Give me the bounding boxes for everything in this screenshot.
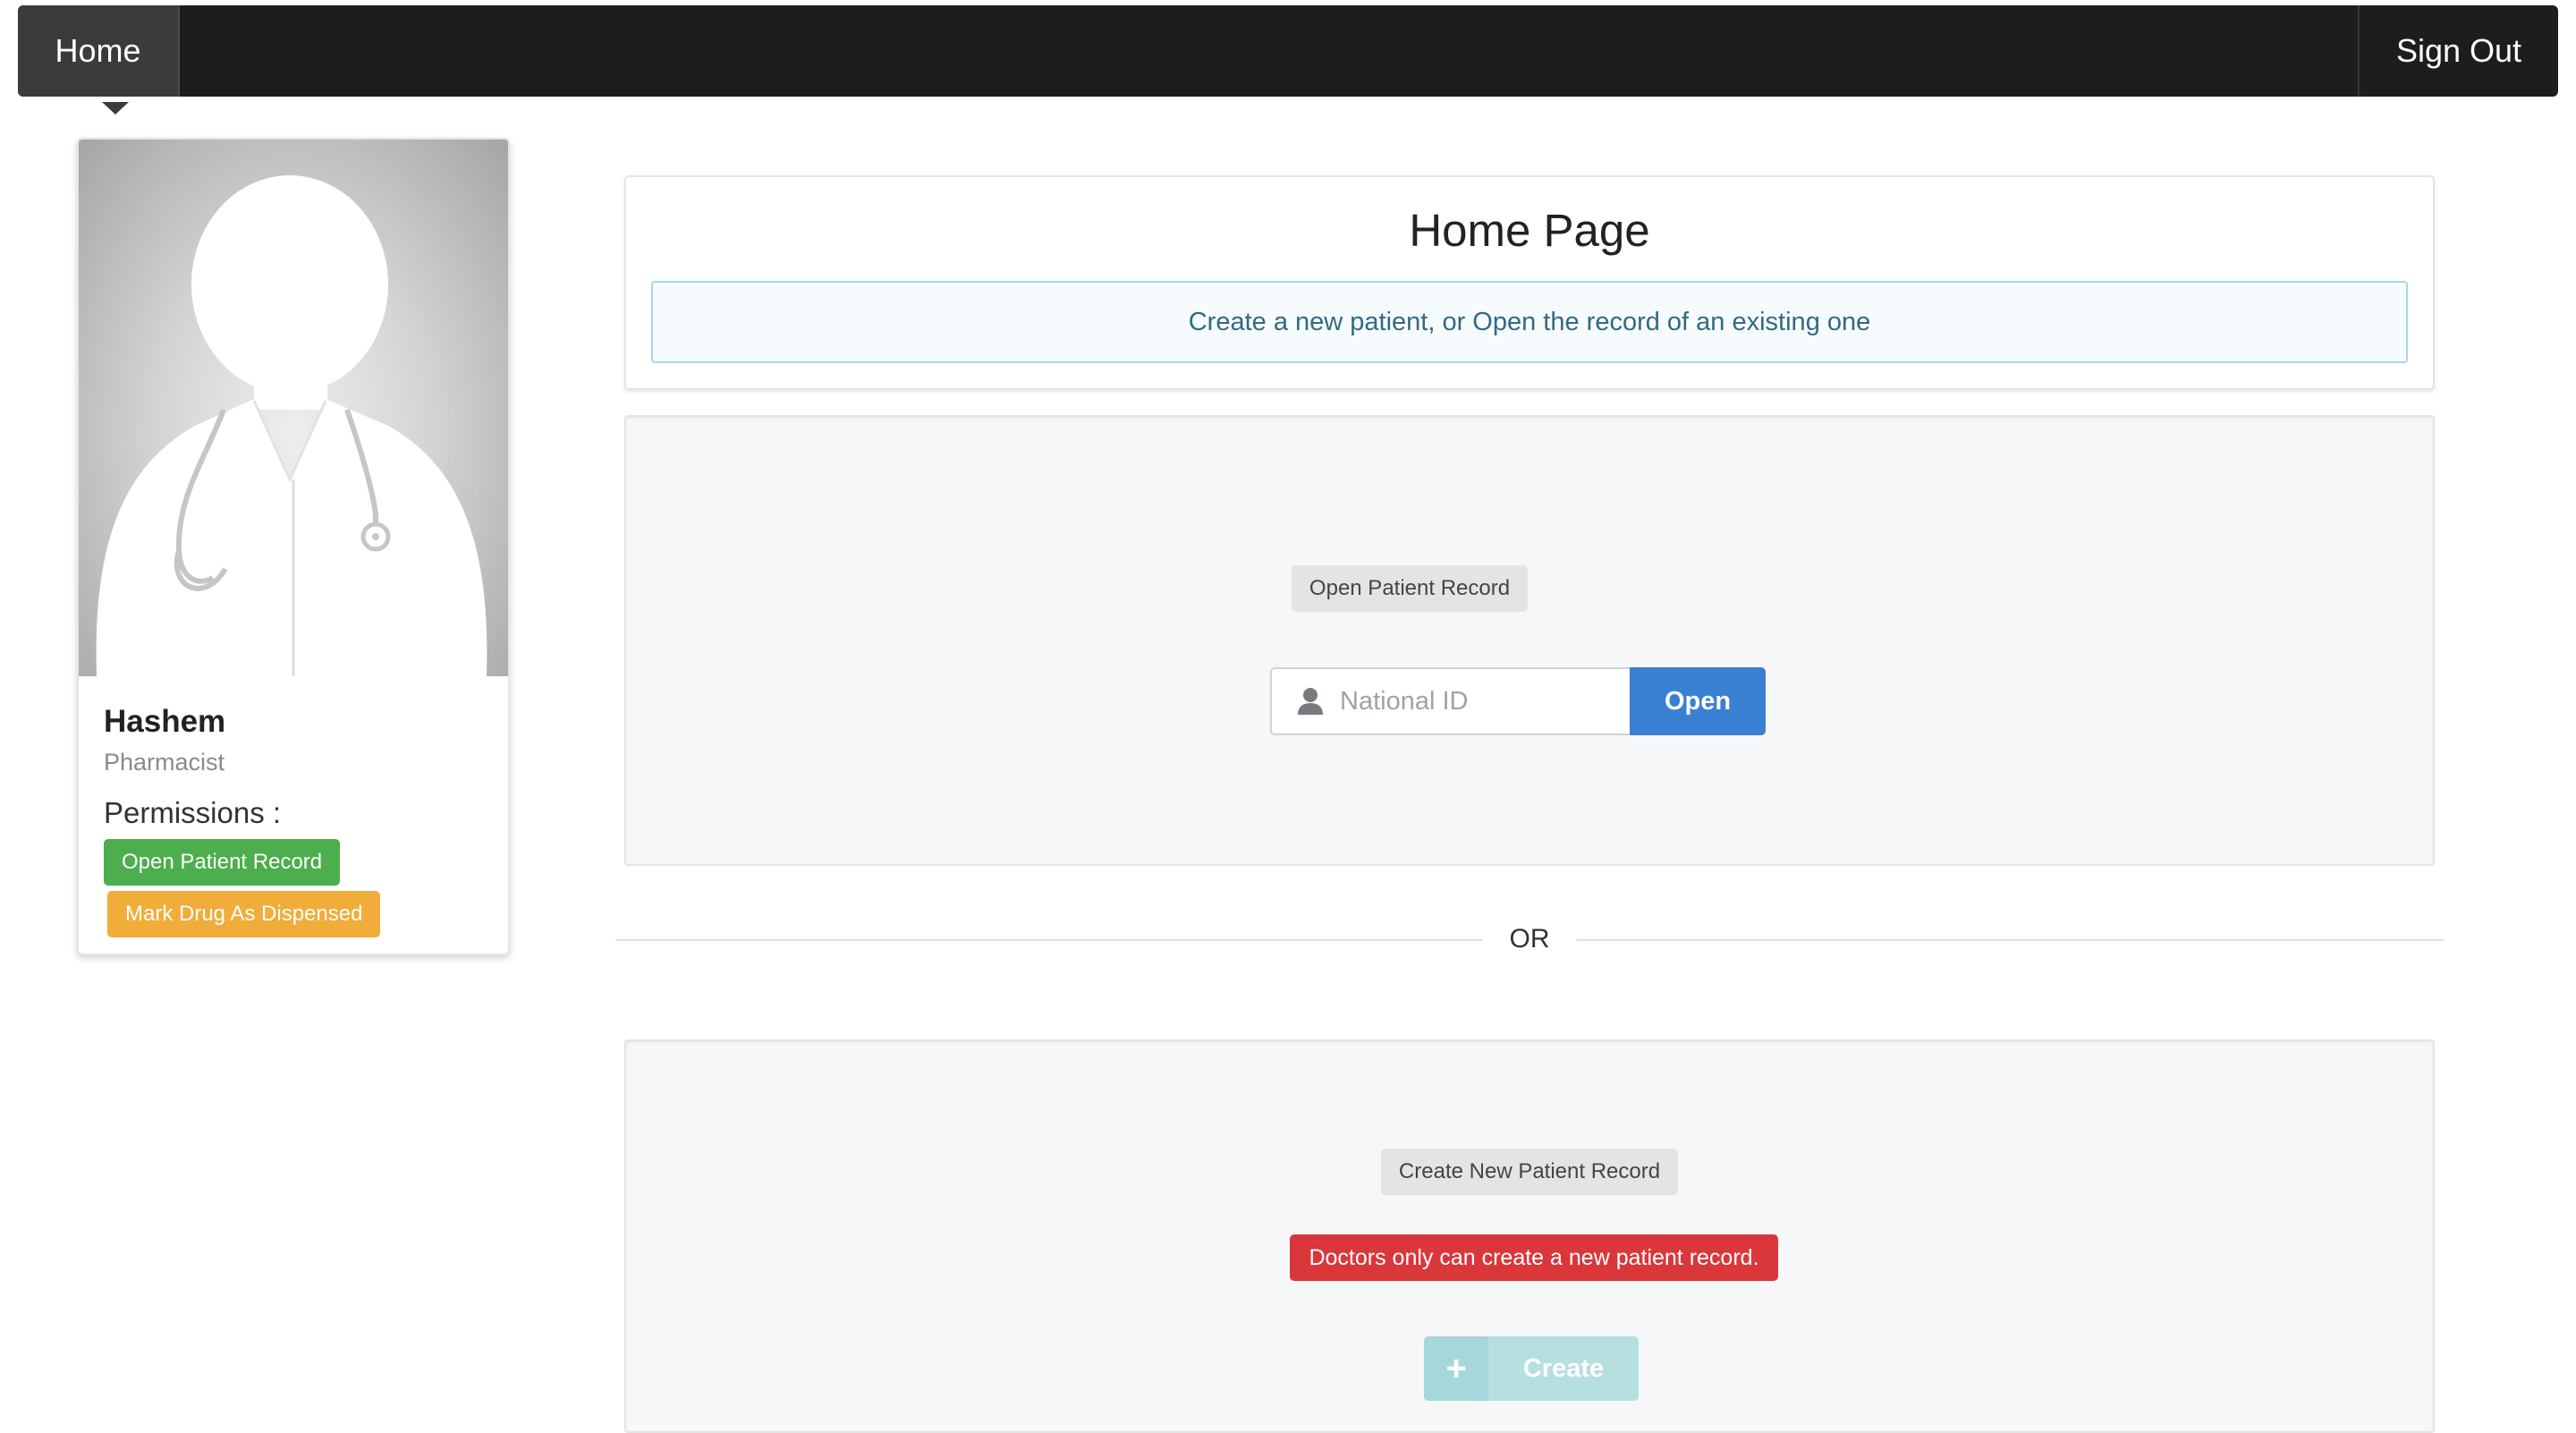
sign-out-link[interactable]: Sign Out bbox=[2358, 5, 2558, 97]
create-record-panel: Create New Patient Record Doctors only c… bbox=[624, 1039, 2435, 1433]
or-text: OR bbox=[1509, 924, 1550, 954]
permission-error-badge: Doctors only can create a new patient re… bbox=[1290, 1234, 1778, 1281]
national-id-field[interactable] bbox=[1270, 667, 1630, 735]
create-button[interactable]: + Create bbox=[1424, 1336, 1639, 1401]
permissions-list: Open Patient Record Mark Drug As Dispens… bbox=[104, 839, 488, 937]
permission-badge-open-record: Open Patient Record bbox=[104, 839, 341, 886]
user-name: Hashem bbox=[104, 704, 226, 739]
doctor-avatar-icon bbox=[79, 140, 508, 676]
national-id-input[interactable] bbox=[1338, 685, 1624, 717]
open-record-panel: Open Patient Record Open bbox=[624, 415, 2435, 866]
permission-badge-mark-dispensed: Mark Drug As Dispensed bbox=[107, 891, 381, 937]
plus-icon: + bbox=[1424, 1336, 1488, 1401]
profile-card: Hashem Pharmacist Permissions : Open Pat… bbox=[77, 138, 510, 955]
create-button-label: Create bbox=[1522, 1353, 1605, 1383]
create-record-label: Create New Patient Record bbox=[1380, 1149, 1679, 1195]
active-caret bbox=[102, 102, 129, 114]
nav-home-link[interactable]: Home bbox=[18, 5, 180, 97]
open-button[interactable]: Open bbox=[1630, 667, 1766, 735]
profile-info: Hashem Pharmacist Permissions : Open Pat… bbox=[104, 701, 488, 937]
open-record-label: Open Patient Record bbox=[1291, 565, 1529, 612]
top-navbar: Home Sign Out bbox=[18, 5, 2558, 114]
page-title: Home Page bbox=[1409, 205, 1650, 256]
national-id-input-group: Open bbox=[1270, 667, 1766, 735]
header-panel: Home Page Create a new patient, or Open … bbox=[624, 175, 2435, 390]
permissions-heading: Permissions : bbox=[104, 796, 282, 829]
or-divider: OR bbox=[615, 921, 2444, 957]
user-icon bbox=[1298, 688, 1323, 715]
info-alert: Create a new patient, or Open the record… bbox=[651, 281, 2408, 363]
user-role: Pharmacist bbox=[104, 749, 225, 776]
